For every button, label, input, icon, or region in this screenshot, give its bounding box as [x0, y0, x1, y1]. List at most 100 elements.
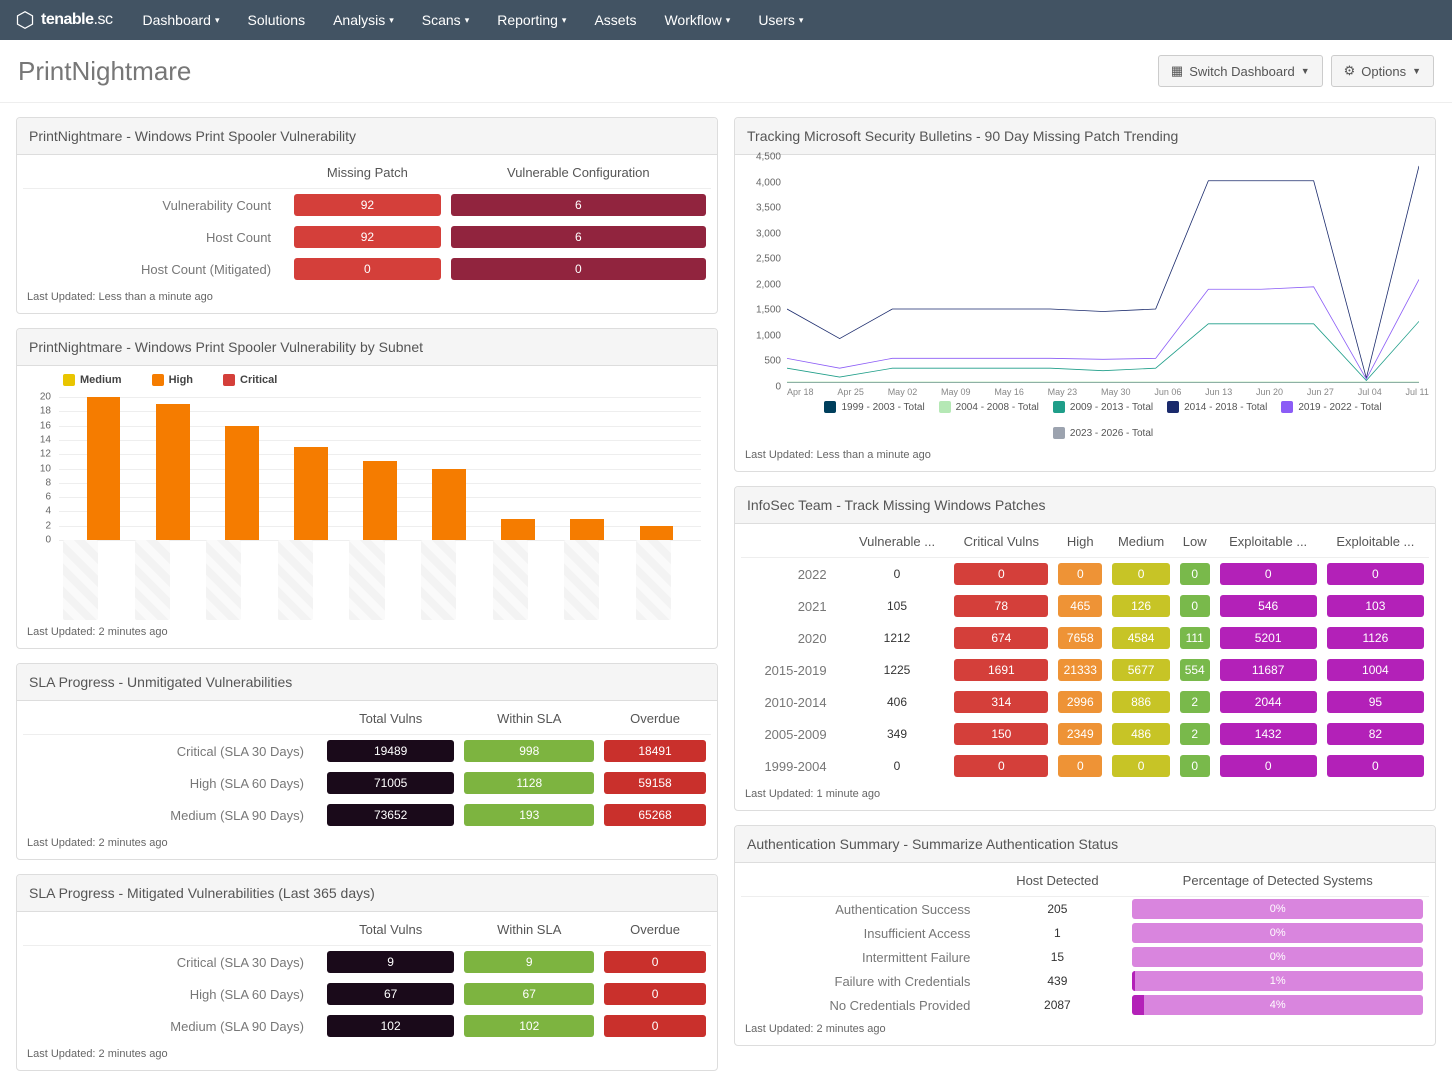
value-cell[interactable]: 105	[845, 590, 950, 622]
value-cell[interactable]: 9	[464, 951, 594, 973]
nav-solutions[interactable]: Solutions	[248, 12, 306, 28]
value-cell[interactable]: 0	[604, 951, 706, 973]
percentage-bar[interactable]: 1%	[1132, 971, 1423, 991]
legend-item[interactable]: 2014 - 2018 - Total	[1167, 401, 1267, 413]
value-cell[interactable]: 546	[1220, 595, 1317, 617]
value-cell[interactable]: 7658	[1058, 627, 1102, 649]
value-cell[interactable]: 465	[1058, 595, 1102, 617]
value-cell[interactable]: 554	[1180, 659, 1210, 681]
bar[interactable]	[87, 397, 121, 540]
value-cell[interactable]: 5677	[1112, 659, 1170, 681]
bar[interactable]	[363, 461, 397, 540]
value-cell[interactable]: 314	[954, 691, 1048, 713]
nav-dashboard[interactable]: Dashboard▾	[142, 12, 219, 28]
value-cell[interactable]: 82	[1327, 723, 1424, 745]
value-cell[interactable]: 205	[988, 897, 1126, 922]
value-cell[interactable]: 65268	[604, 804, 706, 826]
value-cell[interactable]: 11687	[1220, 659, 1317, 681]
value-cell[interactable]: 21333	[1058, 659, 1102, 681]
value-cell[interactable]: 1432	[1220, 723, 1317, 745]
value-cell[interactable]: 2996	[1058, 691, 1102, 713]
value-cell[interactable]: 486	[1112, 723, 1170, 745]
value-cell[interactable]: 0	[1220, 563, 1317, 585]
legend-item[interactable]: Critical	[223, 374, 277, 386]
value-cell[interactable]: 406	[845, 686, 950, 718]
percentage-bar[interactable]: 0%	[1132, 947, 1423, 967]
bar[interactable]	[640, 526, 674, 540]
value-cell[interactable]: 0	[1180, 563, 1210, 585]
bar[interactable]	[225, 426, 259, 540]
legend-item[interactable]: 2004 - 2008 - Total	[939, 401, 1039, 413]
value-cell[interactable]: 0	[1220, 755, 1317, 777]
value-cell[interactable]: 1004	[1327, 659, 1424, 681]
value-cell[interactable]: 59158	[604, 772, 706, 794]
nav-users[interactable]: Users▾	[758, 12, 803, 28]
value-cell[interactable]: 0	[1327, 755, 1424, 777]
value-cell[interactable]: 95	[1327, 691, 1424, 713]
value-cell[interactable]: 67	[464, 983, 594, 1005]
nav-workflow[interactable]: Workflow▾	[664, 12, 730, 28]
value-cell[interactable]: 102	[327, 1015, 454, 1037]
value-cell[interactable]: 2	[1180, 723, 1210, 745]
bar[interactable]	[294, 447, 328, 540]
value-cell[interactable]: 1691	[954, 659, 1048, 681]
percentage-bar[interactable]: 0%	[1132, 899, 1423, 919]
value-cell[interactable]: 2044	[1220, 691, 1317, 713]
legend-item[interactable]: 2019 - 2022 - Total	[1281, 401, 1381, 413]
value-cell[interactable]: 92	[294, 194, 441, 216]
percentage-bar[interactable]: 4%	[1132, 995, 1423, 1015]
value-cell[interactable]: 0	[604, 1015, 706, 1037]
legend-item[interactable]: High	[152, 374, 193, 386]
value-cell[interactable]: 4584	[1112, 627, 1170, 649]
value-cell[interactable]: 0	[954, 755, 1048, 777]
value-cell[interactable]: 2	[1180, 691, 1210, 713]
value-cell[interactable]: 2349	[1058, 723, 1102, 745]
value-cell[interactable]: 9	[327, 951, 454, 973]
value-cell[interactable]: 5201	[1220, 627, 1317, 649]
value-cell[interactable]: 2087	[988, 993, 1126, 1017]
value-cell[interactable]: 67	[327, 983, 454, 1005]
value-cell[interactable]: 103	[1327, 595, 1424, 617]
value-cell[interactable]: 92	[294, 226, 441, 248]
value-cell[interactable]: 0	[1327, 563, 1424, 585]
value-cell[interactable]: 439	[988, 969, 1126, 993]
value-cell[interactable]: 102	[464, 1015, 594, 1037]
value-cell[interactable]: 0	[294, 258, 441, 280]
value-cell[interactable]: 0	[1058, 755, 1102, 777]
value-cell[interactable]: 0	[845, 750, 950, 782]
bar[interactable]	[156, 404, 190, 540]
value-cell[interactable]: 78	[954, 595, 1048, 617]
value-cell[interactable]: 0	[845, 558, 950, 591]
value-cell[interactable]: 349	[845, 718, 950, 750]
bar[interactable]	[501, 519, 535, 540]
subnet-bar-chart[interactable]: 02468101214161820	[23, 390, 711, 540]
bar[interactable]	[432, 469, 466, 540]
value-cell[interactable]: 998	[464, 740, 594, 762]
value-cell[interactable]: 886	[1112, 691, 1170, 713]
value-cell[interactable]: 1212	[845, 622, 950, 654]
legend-item[interactable]: 2009 - 2013 - Total	[1053, 401, 1153, 413]
percentage-bar[interactable]: 0%	[1132, 923, 1423, 943]
legend-item[interactable]: Medium	[63, 374, 122, 386]
value-cell[interactable]: 0	[1180, 755, 1210, 777]
legend-item[interactable]: 1999 - 2003 - Total	[824, 401, 924, 413]
value-cell[interactable]: 1	[988, 921, 1126, 945]
value-cell[interactable]: 0	[954, 563, 1048, 585]
value-cell[interactable]: 73652	[327, 804, 454, 826]
bar[interactable]	[570, 519, 604, 540]
value-cell[interactable]: 111	[1180, 627, 1210, 649]
value-cell[interactable]: 6	[451, 226, 706, 248]
value-cell[interactable]: 18491	[604, 740, 706, 762]
nav-analysis[interactable]: Analysis▾	[333, 12, 394, 28]
value-cell[interactable]: 126	[1112, 595, 1170, 617]
value-cell[interactable]: 0	[1058, 563, 1102, 585]
trending-line-chart[interactable]: 05001,0001,5002,0002,5003,0003,5004,0004…	[741, 157, 1429, 387]
value-cell[interactable]: 0	[1180, 595, 1210, 617]
switch-dashboard-button[interactable]: ▦ Switch Dashboard ▼	[1158, 55, 1323, 87]
brand-logo[interactable]: tenable.sc	[15, 10, 112, 30]
value-cell[interactable]: 0	[604, 983, 706, 1005]
value-cell[interactable]: 0	[1112, 755, 1170, 777]
legend-item[interactable]: 2023 - 2026 - Total	[1053, 427, 1153, 439]
nav-reporting[interactable]: Reporting▾	[497, 12, 566, 28]
value-cell[interactable]: 15	[988, 945, 1126, 969]
